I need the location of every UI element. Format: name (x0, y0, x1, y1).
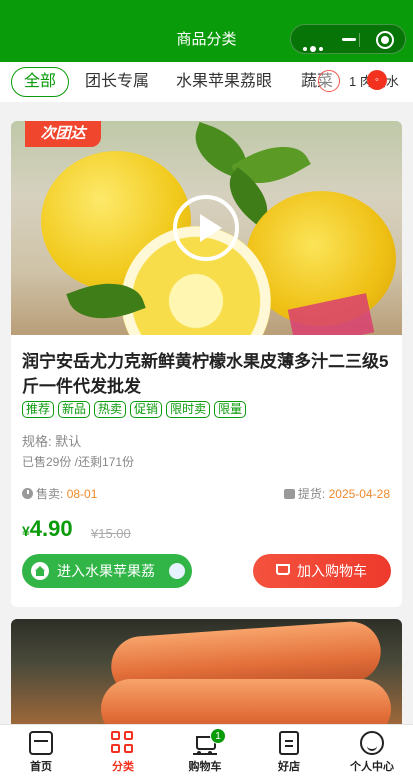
home-icon (29, 731, 53, 755)
tap-hand-icon (169, 563, 185, 579)
enter-category-label: 进入水果苹果荔 (57, 563, 155, 579)
sold-count: 已售29份 /还剩171份 (22, 455, 135, 469)
store-icon (279, 731, 299, 755)
nav-category-label: 分类 (112, 761, 134, 773)
minimize-icon[interactable] (342, 38, 356, 41)
nav-home-label: 首页 (30, 761, 52, 773)
nav-profile[interactable]: 个人中心 (337, 731, 407, 774)
floating-action-icon[interactable]: ◦ (367, 70, 387, 90)
tag-limited-qty: 限量 (214, 401, 247, 418)
brand-badge: 次团达 (25, 121, 101, 147)
pickup-value: 2025-04-28 (328, 487, 390, 501)
tag-hot: 热卖 (94, 401, 127, 418)
price: ¥4.90 (22, 516, 73, 542)
more-icon[interactable] (303, 38, 326, 56)
tag-new: 新品 (58, 401, 91, 418)
capsule-divider (359, 33, 360, 47)
pickup-date: 提货: 2025-04-28 (283, 485, 390, 502)
home-icon (31, 562, 49, 580)
bottom-tab-bar: 首页 分类 购物车 好店 个人中心 (0, 724, 413, 777)
bag-icon (283, 489, 295, 499)
nav-header: 商品分类 (0, 0, 413, 62)
nav-store[interactable]: 好店 (254, 731, 324, 774)
pickup-label: 提货: (297, 487, 326, 501)
original-price: ¥15.00 (91, 526, 131, 541)
add-to-cart-label: 加入购物车 (297, 563, 367, 579)
price-value: 4.90 (29, 516, 73, 541)
enter-category-button[interactable]: 进入水果苹果荔 (22, 554, 192, 588)
close-capsule-icon[interactable] (376, 31, 394, 49)
sale-date: 售卖: 08-01 (22, 485, 97, 502)
user-icon (360, 731, 384, 755)
add-to-cart-button[interactable]: 加入购物车 (253, 554, 391, 588)
cart-icon (276, 564, 290, 575)
cart-count-badge: 1 (210, 728, 226, 744)
clock-icon (22, 488, 33, 499)
product-title[interactable]: 润宁安岳尤力克新鲜黄柠檬水果皮薄多汁二三级5斤一件代发批发 (22, 349, 392, 399)
nav-cart-label: 购物车 (188, 761, 222, 773)
tab-all[interactable]: 全部 (11, 67, 70, 97)
product-spec: 规格: 默认 (22, 434, 82, 449)
nav-category[interactable]: 分类 (88, 731, 158, 774)
tag-recommend: 推荐 (22, 401, 55, 418)
category-tabs: 全部 团长专属 水果苹果荔眼 蔬菜 1 肉蛋水 (0, 62, 413, 102)
tab-fruit[interactable]: 水果苹果荔眼 (176, 67, 272, 97)
product-tags: 推荐 新品 热卖 促销 限时卖 限量 (22, 400, 250, 418)
price-symbol: ¥ (22, 523, 30, 539)
nav-cart[interactable]: 购物车 (170, 731, 240, 774)
sale-value: 08-01 (66, 487, 98, 501)
product-card-2-image[interactable] (11, 619, 402, 729)
tab-leader-exclusive[interactable]: 团长专属 (85, 67, 149, 97)
play-icon[interactable] (173, 195, 239, 261)
nav-store-label: 好店 (278, 761, 300, 773)
product-video-thumbnail[interactable]: 次团达 (11, 121, 402, 335)
category-icon (111, 731, 135, 755)
mini-program-capsule (290, 24, 406, 54)
nav-profile-label: 个人中心 (350, 761, 394, 773)
tag-limited-time: 限时卖 (166, 401, 211, 418)
floating-ring-icon[interactable] (318, 70, 340, 92)
product-card[interactable]: 次团达 润宁安岳尤力克新鲜黄柠檬水果皮薄多汁二三级5斤一件代发批发 推荐 新品 热卖… (11, 121, 402, 607)
sale-label: 售卖: (36, 487, 64, 501)
nav-home[interactable]: 首页 (6, 731, 76, 774)
tag-promo: 促销 (130, 401, 163, 418)
